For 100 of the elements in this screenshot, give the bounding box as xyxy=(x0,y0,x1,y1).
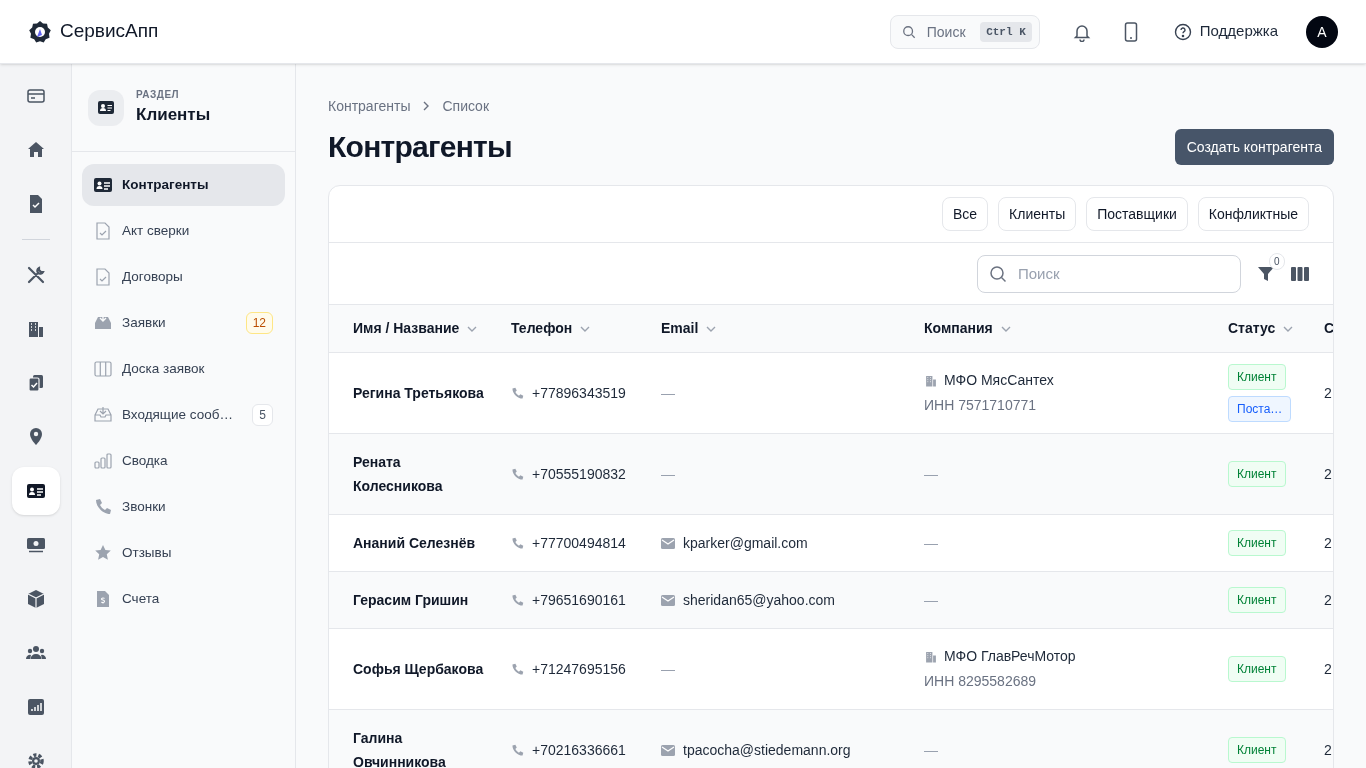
envelope-icon xyxy=(661,744,675,756)
phone-icon[interactable] xyxy=(1123,21,1138,42)
table-cell-text: — xyxy=(924,464,939,484)
filter-icon[interactable] xyxy=(1257,264,1275,283)
menu-item[interactable]: Счета xyxy=(82,578,285,620)
filter-button[interactable]: Клиенты xyxy=(998,197,1077,231)
table-cell-text: sheridan65@yahoo.com xyxy=(683,590,835,610)
status-tag: Клиент xyxy=(1228,587,1286,613)
table-cell-text: — xyxy=(924,740,939,760)
filter-button[interactable]: Конфликтные xyxy=(1197,197,1309,231)
tools-icon xyxy=(25,265,46,285)
table-cell-text: МФО МясСантех xyxy=(944,371,1054,390)
table-cell-text: Ананий Селезнёв xyxy=(353,534,477,553)
table-cell-text: kparker@gmail.com xyxy=(683,533,808,553)
column-header[interactable]: Статус xyxy=(1228,318,1276,339)
document-check-icon xyxy=(94,222,112,240)
phone-icon xyxy=(511,743,524,757)
table-cell-text: Софья Щербакова xyxy=(353,660,485,679)
id-card-icon xyxy=(98,101,114,114)
chevron-down-icon xyxy=(706,325,717,332)
chevron-down-icon xyxy=(467,325,478,332)
section-caption: РАЗДЕЛ xyxy=(136,88,181,103)
table-cell-text: tpacocha@stiedemann.org xyxy=(683,740,851,760)
table-cell-text: +70216336661 xyxy=(532,740,626,760)
menu-item[interactable]: Договоры xyxy=(82,256,285,298)
menu-item[interactable]: Отзывы xyxy=(82,532,285,574)
column-header[interactable]: С xyxy=(1324,318,1333,339)
menu-item[interactable]: Доска заявок xyxy=(82,348,285,390)
filter-count: 0 xyxy=(1269,252,1285,270)
menu-item[interactable]: Контрагенты xyxy=(82,164,285,206)
search-icon xyxy=(901,24,916,39)
create-button[interactable]: Создать контрагента xyxy=(1174,128,1334,165)
table-cell-text: ИНН 8295582689 xyxy=(924,672,1038,691)
table-cell-text: +71247695156 xyxy=(532,659,626,679)
envelope-icon xyxy=(661,594,675,606)
page-title: Контрагенты xyxy=(328,129,512,165)
phone-icon xyxy=(511,386,524,400)
phone-icon xyxy=(511,662,524,676)
breadcrumb-current: Список xyxy=(442,97,490,116)
user-avatar[interactable]: А xyxy=(1306,15,1338,48)
phone-icon xyxy=(511,593,524,607)
menu-item[interactable]: Звонки xyxy=(82,486,285,528)
table-cell: 2 xyxy=(1324,535,1332,551)
breadcrumb-link[interactable]: Контрагенты xyxy=(328,96,411,116)
status-tag: Клиент xyxy=(1228,530,1286,556)
column-header[interactable]: Имя / Название xyxy=(353,318,460,339)
status-tag: Клиент xyxy=(1228,461,1286,487)
column-header[interactable]: Телефон xyxy=(511,318,573,339)
id-card-icon xyxy=(25,481,46,501)
table-cell-text: — xyxy=(661,464,675,484)
table-cell-text: +77896343519 xyxy=(532,383,626,403)
invoice-icon xyxy=(94,590,112,608)
chevron-down-icon xyxy=(1000,325,1011,332)
envelope-icon xyxy=(661,537,675,549)
menu-item[interactable]: Заявки 12 xyxy=(82,302,285,344)
table-cell: 2 xyxy=(1324,592,1332,608)
table-cell-text: +70555190832 xyxy=(532,464,626,484)
table-cell-text: — xyxy=(661,659,675,679)
status-tag: Клиент xyxy=(1228,737,1286,763)
table-cell: 2 xyxy=(1324,466,1332,482)
section-title: Клиенты xyxy=(136,104,211,127)
menu-item[interactable]: Сводка xyxy=(82,440,285,482)
status-tag: Клиент xyxy=(1228,656,1286,682)
help-icon xyxy=(1173,22,1192,41)
phone-icon xyxy=(94,498,112,516)
cube-icon xyxy=(25,589,46,609)
columns-icon xyxy=(94,360,112,378)
building-icon xyxy=(924,373,938,388)
menu-item[interactable]: Входящие сооб… 5 xyxy=(82,394,285,436)
card-icon xyxy=(25,86,46,106)
table-cell-text: +77700494814 xyxy=(532,533,626,553)
rail-item[interactable] xyxy=(11,467,60,515)
menu-item[interactable]: Акт сверки xyxy=(82,210,285,252)
app-name: СервисАпп xyxy=(60,19,159,44)
count-badge: 5 xyxy=(252,404,273,426)
table-cell-text: Рената Колесникова xyxy=(353,453,444,496)
bar-chart-icon xyxy=(94,452,112,470)
phone-icon xyxy=(511,536,524,550)
cash-icon xyxy=(25,535,46,555)
support-button[interactable]: Поддержка xyxy=(1173,20,1278,43)
table-cell-text: +79651690161 xyxy=(532,590,626,610)
chevron-down-icon xyxy=(1283,325,1294,332)
filter-button[interactable]: Все xyxy=(941,197,989,231)
bar-chart-icon xyxy=(25,697,46,717)
document-check-icon xyxy=(94,268,112,286)
column-header[interactable]: Email xyxy=(661,318,699,339)
table-cell-text: МФО ГлавРечМотор xyxy=(944,647,1076,666)
status-tag: Клиент xyxy=(1228,364,1286,390)
column-header[interactable]: Компания xyxy=(924,318,993,339)
table-cell-text: ИНН 7571710771 xyxy=(924,396,1038,415)
table-cell-text: Галина Овчинникова xyxy=(353,729,447,768)
search-field[interactable]: Поиск xyxy=(977,254,1241,293)
chevron-down-icon xyxy=(580,325,591,332)
table-cell: 2 xyxy=(1324,661,1332,677)
columns-icon[interactable] xyxy=(1291,265,1309,282)
building-icon xyxy=(924,649,938,664)
filter-button[interactable]: Поставщики xyxy=(1086,197,1188,231)
table-cell: 2 xyxy=(1324,742,1332,758)
chevron-right-icon xyxy=(422,101,431,111)
id-card-icon xyxy=(94,176,112,194)
